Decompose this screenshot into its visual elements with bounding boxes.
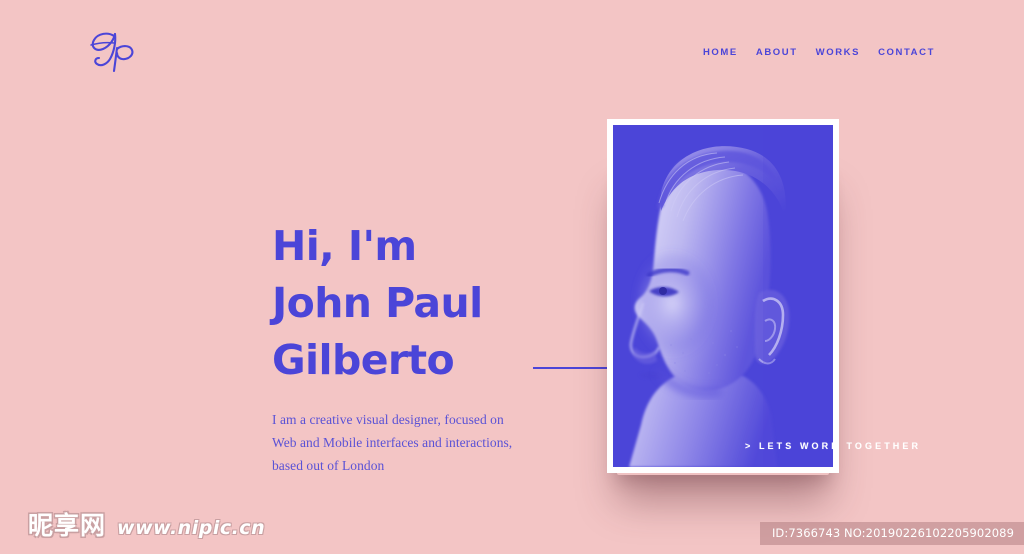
watermark-id-bar: ID:7366743 NO:20190226102205902089	[759, 522, 1024, 545]
headline-line-3: Gilberto	[272, 336, 455, 384]
portrait-cheek-highlight	[637, 237, 741, 365]
jp-monogram-logo[interactable]	[78, 28, 148, 76]
nav-link-home[interactable]: HOME	[694, 43, 747, 62]
main-navigation: HOME ABOUT WORKS CONTACT	[694, 43, 944, 62]
hero-bio-text: I am a creative visual designer, focused…	[272, 389, 572, 477]
hero-text-block: Hi, I'm John Paul Gilberto I am a creati…	[272, 218, 572, 477]
lets-work-together-cta[interactable]: > LETS WORK TOGETHER	[745, 441, 921, 451]
watermark-site-name: 昵享网	[28, 511, 107, 540]
page-root: HOME ABOUT WORKS CONTACT Hi, I'm John Pa…	[0, 0, 1024, 554]
bio-line-3: based out of London	[272, 458, 385, 473]
portrait-frame	[607, 119, 839, 473]
watermark-site-url: www.nipic.cn	[117, 517, 266, 539]
nav-link-works[interactable]: WORKS	[807, 43, 869, 62]
headline-line-2: John Paul	[272, 279, 483, 327]
bio-line-2: Web and Mobile interfaces and interactio…	[272, 435, 513, 450]
nav-link-contact[interactable]: CONTACT	[869, 43, 944, 62]
headline-line-1: Hi, I'm	[272, 222, 417, 270]
portrait-image	[613, 125, 833, 467]
bio-line-1: I am a creative visual designer, focused…	[272, 412, 504, 427]
nav-link-about[interactable]: ABOUT	[747, 43, 807, 62]
watermark: 昵享网 www.nipic.cn	[28, 506, 265, 542]
page-title: Hi, I'm John Paul Gilberto	[272, 218, 572, 389]
